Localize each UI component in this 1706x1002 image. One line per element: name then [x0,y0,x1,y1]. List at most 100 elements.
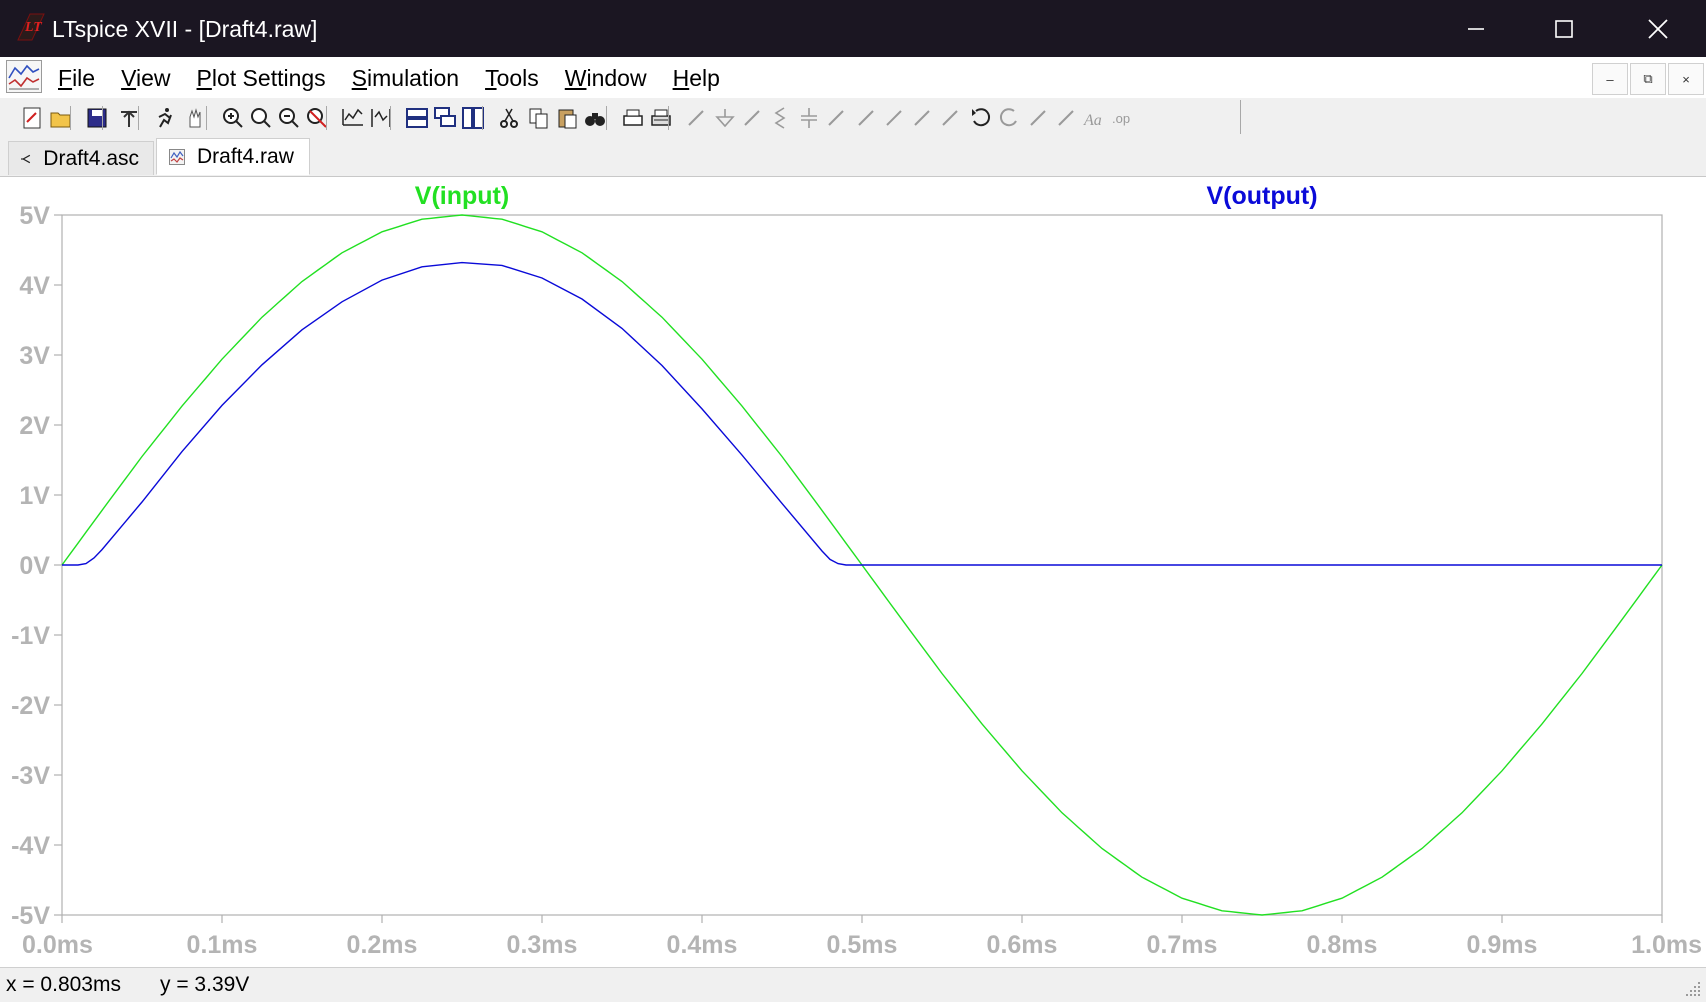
menu-tools[interactable]: Tools [485,65,539,91]
close-button[interactable] [1620,0,1696,57]
toolbar-separator [482,106,483,130]
waveform-chart[interactable]: 5V 4V 3V 2V 1V 0V -1V -2V -3V -4V -5V0.0ms 0.1ms 0.2… [0,177,1706,967]
rotate-icon[interactable] [1026,105,1052,131]
run-icon[interactable] [152,105,178,131]
waveform-window-icon[interactable] [6,60,42,93]
y-tick-label: 5V [19,202,50,230]
copy-icon[interactable] [526,105,552,131]
status-bar: x = 0.803ms y = 3.39V [0,967,1706,1002]
minimize-button[interactable] [1438,0,1514,57]
cursor-y-readout: y = 3.39V [160,973,250,996]
svg-text:Aa: Aa [1083,112,1102,129]
svg-text:LT: LT [24,20,43,35]
mdi-restore-button[interactable]: ⧉ [1630,63,1666,95]
y-tick-label: 0V [19,552,50,580]
toolbar-separator [102,106,103,130]
undo-icon[interactable] [968,105,994,131]
y-tick-label: 4V [19,272,50,300]
text-icon[interactable]: Aa [1082,105,1108,131]
y-tick-label: -5V [11,902,50,930]
trace-label-input: V(input) [415,182,509,210]
x-tick-label: 0.8ms [1307,931,1378,959]
resize-grip-icon[interactable] [1684,980,1702,998]
mdi-close-button[interactable]: × [1668,63,1704,95]
close-icon [1648,18,1668,39]
spice-directive-icon[interactable]: .op [1110,105,1136,131]
menu-file[interactable]: File [58,65,95,91]
component-icon[interactable] [882,105,908,131]
window-title: LTspice XVII - [Draft4.raw] [52,16,318,42]
x-tick-label: 0.2ms [347,931,418,959]
toolbar-separator [326,106,327,130]
x-tick-label: 0.0ms [22,931,93,959]
menu-view[interactable]: View [121,65,170,91]
y-tick-label: -4V [11,832,50,860]
print-icon[interactable] [620,105,646,131]
schematic-tab-icon [21,154,31,163]
drag-icon[interactable] [938,105,964,131]
ltspice-logo-icon: LT [17,13,45,41]
cut-icon[interactable] [496,105,522,131]
new-schematic-icon[interactable] [20,105,46,131]
cascade-icon[interactable] [432,105,458,131]
y-tick-label: -3V [11,762,50,790]
tile-horizontal-icon[interactable] [404,105,430,131]
capacitor-icon[interactable] [796,105,822,131]
x-tick-label: 0.4ms [667,931,738,959]
tab-label: Draft4.asc [43,146,139,170]
tab-draft4-asc[interactable]: Draft4.asc [8,141,154,175]
tab-draft4-raw[interactable]: Draft4.raw [156,138,310,175]
trace-label-output: V(output) [1206,182,1317,210]
x-tick-label: 0.5ms [827,931,898,959]
redo-icon[interactable] [996,105,1022,131]
menu-simulation[interactable]: Simulation [352,65,459,91]
find-icon[interactable] [582,105,608,131]
tab-label: Draft4.raw [197,144,294,168]
menu-bar: File View Plot Settings Simulation Tools… [0,57,1706,99]
paste-icon[interactable] [554,105,580,131]
x-tick-label: 0.6ms [987,931,1058,959]
toolbar-icons: Aa .op [6,100,1241,134]
toolbar: Aa .op [0,98,1706,137]
zoom-area-icon[interactable] [248,105,274,131]
label-icon[interactable] [740,105,766,131]
wire-icon[interactable] [684,105,710,131]
ground-icon[interactable] [712,105,738,131]
zoom-out-icon[interactable] [276,105,302,131]
y-tick-label: 3V [19,342,50,370]
move-icon[interactable] [910,105,936,131]
x-tick-label: 0.9ms [1467,931,1538,959]
x-tick-label: 0.7ms [1147,931,1218,959]
y-tick-label: 1V [19,482,50,510]
menu-items: File View Plot Settings Simulation Tools… [58,65,746,91]
maximize-button[interactable] [1526,0,1602,57]
save-icon[interactable] [84,105,110,131]
mdi-minimize-button[interactable]: – [1592,63,1628,95]
menu-help[interactable]: Help [673,65,720,91]
minimize-icon [1468,27,1484,30]
halt-icon[interactable] [182,105,208,131]
svg-text:.op: .op [1112,111,1130,126]
title-bar: LT LTspice XVII - [Draft4.raw] [0,0,1706,57]
menu-plot-settings[interactable]: Plot Settings [197,65,326,91]
diode-icon[interactable] [854,105,880,131]
zoom-in-icon[interactable] [220,105,246,131]
series-line-output [62,261,1662,566]
toolbar-separator [606,106,607,130]
x-tick-label: 0.1ms [187,931,258,959]
cursor-x-readout: x = 0.803ms [6,973,121,996]
print-setup-icon[interactable] [648,105,674,131]
menu-window[interactable]: Window [565,65,647,91]
autorange-icon[interactable] [340,105,366,131]
mirror-icon[interactable] [1054,105,1080,131]
y-tick-label: -2V [11,692,50,720]
toolbar-separator [138,106,139,130]
toolbar-separator [70,106,71,130]
waveform-plot[interactable]: 5V 4V 3V 2V 1V 0V -1V -2V -3V -4V -5V 0.0ms 0.1ms 0.2… [0,177,1706,967]
y-tick-label: -1V [11,622,50,650]
x-tick-label: 0.3ms [507,931,578,959]
inductor-icon[interactable] [824,105,850,131]
resistor-icon[interactable] [768,105,794,131]
y-tick-label: 2V [19,412,50,440]
maximize-icon [1555,19,1573,38]
